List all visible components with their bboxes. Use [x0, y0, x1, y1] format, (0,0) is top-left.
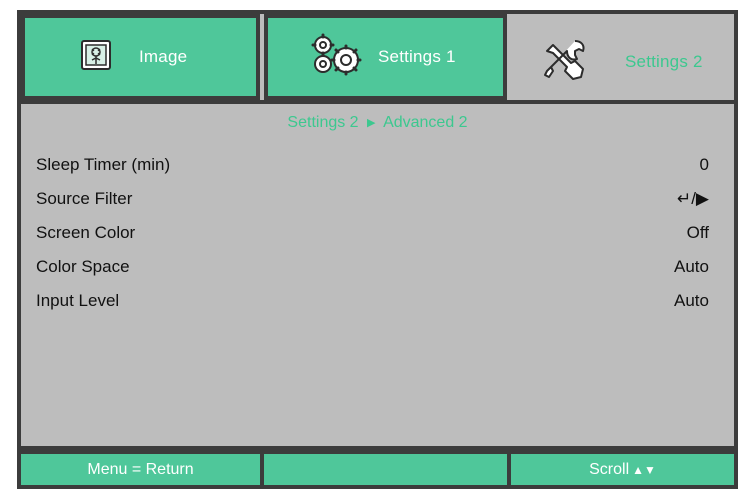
breadcrumb-separator-icon: ▶	[367, 117, 376, 129]
footer-scroll-label: Scroll	[589, 460, 630, 478]
setting-value: Off	[686, 223, 709, 242]
setting-row-screen-color[interactable]: Screen Color Off	[36, 216, 709, 250]
tab-image-label: Image	[139, 47, 188, 66]
wrench-screwdriver-icon	[541, 37, 587, 88]
setting-row-sleep-timer[interactable]: Sleep Timer (min) 0	[36, 148, 709, 182]
setting-value: Auto	[674, 257, 709, 276]
setting-row-input-level[interactable]: Input Level Auto	[36, 284, 709, 318]
osd-screen: Image Settings 1 Settings 2 Settings 2 ▶…	[0, 0, 751, 499]
tab-image[interactable]: Image	[21, 14, 260, 100]
footer-menu-return: Menu = Return	[21, 454, 260, 485]
setting-row-source-filter[interactable]: Source Filter ↵/▶	[36, 182, 709, 216]
scroll-arrows-icon: ▲▼	[632, 462, 656, 477]
image-icon	[81, 39, 111, 75]
setting-label: Screen Color	[36, 223, 136, 242]
footer-scroll: Scroll ▲▼	[511, 454, 734, 485]
breadcrumb-current: Advanced 2	[383, 114, 468, 131]
settings-panel: Settings 2 ▶ Advanced 2 Sleep Timer (min…	[21, 100, 734, 446]
footer-middle	[264, 454, 507, 485]
setting-label: Source Filter	[36, 189, 133, 208]
breadcrumb-parent: Settings 2	[287, 114, 359, 131]
tab-settings-1-label: Settings 1	[378, 47, 456, 66]
setting-label: Color Space	[36, 257, 130, 276]
enter-submenu-icon: ↵/▶	[676, 189, 709, 208]
footer-menu-return-label: Menu = Return	[87, 460, 194, 478]
setting-value: Auto	[674, 291, 709, 310]
gears-icon	[308, 33, 362, 82]
setting-value: 0	[699, 155, 709, 174]
setting-label: Input Level	[36, 291, 120, 310]
setting-row-color-space[interactable]: Color Space Auto	[36, 250, 709, 284]
tab-settings-2-label: Settings 2	[625, 52, 703, 71]
tab-settings-1[interactable]: Settings 1	[264, 14, 507, 100]
settings-list: Sleep Timer (min) 0 Source Filter ↵/▶ Sc…	[36, 148, 709, 318]
breadcrumb: Settings 2 ▶ Advanced 2	[21, 114, 734, 132]
setting-label: Sleep Timer (min)	[36, 155, 171, 174]
